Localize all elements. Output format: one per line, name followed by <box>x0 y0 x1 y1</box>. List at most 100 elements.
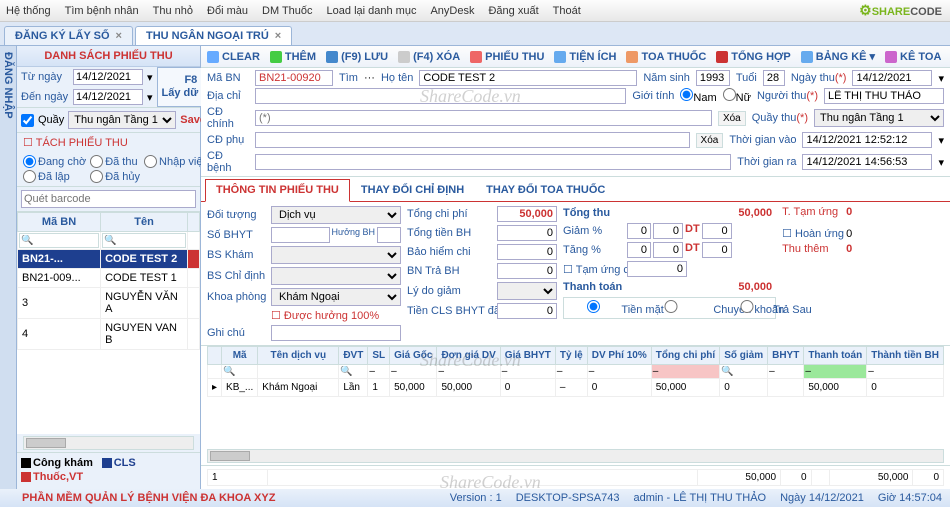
nguoithu-input[interactable] <box>824 88 944 104</box>
radio-nu[interactable]: Nữ <box>723 88 751 104</box>
gcol[interactable]: ĐVT <box>339 347 368 365</box>
col-mabn[interactable]: Mã BN <box>18 213 101 232</box>
h-scrollbar[interactable] <box>23 436 194 450</box>
huongbh-input[interactable] <box>377 227 401 243</box>
ngaythu-input[interactable] <box>852 70 932 86</box>
pay-transfer[interactable]: Chuyển khoản <box>629 300 713 316</box>
calendar-icon[interactable]: ▾ <box>938 134 944 147</box>
sidebar-tab-login[interactable]: ĐĂNG NHẬP <box>0 46 17 489</box>
filter-ten[interactable] <box>102 233 186 248</box>
summary-button[interactable]: TỔNG HỢP <box>716 50 791 63</box>
gcol[interactable]: DV Phí 10% <box>587 347 651 365</box>
quaythu-select[interactable]: Thu ngân Tầng 1 <box>814 109 944 127</box>
calendar-icon[interactable]: ▾ <box>147 91 153 104</box>
bskham-select[interactable] <box>271 246 401 264</box>
dt2-val[interactable] <box>702 242 732 258</box>
to-date-input[interactable] <box>73 89 143 105</box>
counter-checkbox[interactable] <box>21 114 34 127</box>
menu-item[interactable]: Thoát <box>553 5 581 17</box>
receipt-button[interactable]: PHIẾU THU <box>470 50 544 63</box>
diachi-input[interactable] <box>255 88 626 104</box>
bscd-select[interactable] <box>271 267 401 285</box>
menu-item[interactable]: Load lại danh mục <box>327 5 417 17</box>
gcol[interactable]: SL <box>368 347 390 365</box>
tang-pct[interactable] <box>627 242 651 258</box>
cdphu-input[interactable] <box>255 132 690 148</box>
prescribe-button[interactable]: KÊ TOA <box>885 50 941 63</box>
huong100-check[interactable]: ☐ Được hưởng 100% <box>271 309 401 322</box>
gcol[interactable]: Tổng chi phí <box>651 347 719 365</box>
cdchinh-input[interactable] <box>255 110 712 126</box>
from-date-input[interactable] <box>73 69 143 85</box>
grid-row[interactable]: ▸KB_...Khám NgoạiLần 150,00050,0000 –050… <box>208 379 944 397</box>
patient-row[interactable]: BN21-...CODE TEST 2 <box>18 250 200 269</box>
radio-created[interactable]: Đã lập <box>23 170 86 183</box>
gcol[interactable]: BHYT <box>768 347 804 365</box>
save-f9-button[interactable]: (F9) LƯU <box>326 50 388 63</box>
xoa-button[interactable]: Xóa <box>718 111 746 126</box>
utility-button[interactable]: TIỆN ÍCH <box>554 50 616 63</box>
close-icon[interactable]: × <box>116 30 122 42</box>
patient-row[interactable]: 4NGUYEN VAN B <box>18 319 200 350</box>
calendar-icon[interactable]: ▾ <box>938 72 944 85</box>
col-ten[interactable]: Tên <box>101 213 188 232</box>
radio-waiting[interactable]: Đang chờ <box>23 155 86 168</box>
pay-cash[interactable]: Tiền mặt <box>566 300 621 316</box>
gcol[interactable]: Mã <box>222 347 258 365</box>
lydo-select[interactable] <box>497 282 557 300</box>
xoa-button[interactable]: Xóa <box>696 133 724 148</box>
subtab-change-rx[interactable]: THAY ĐỔI TOA THUỐC <box>475 179 616 201</box>
more-icon[interactable]: ··· <box>364 72 375 84</box>
tamung-label[interactable]: ☐ Tạm ứng còn <box>563 263 623 276</box>
cdbenh-input[interactable] <box>255 154 731 170</box>
doituong-select[interactable]: Dịch vụ <box>271 206 401 224</box>
tab-register[interactable]: ĐĂNG KÝ LẤY SỐ× <box>4 26 133 45</box>
filter-mabn[interactable] <box>19 233 99 248</box>
prescription-button[interactable]: TOA THUỐC <box>626 50 706 63</box>
menu-item[interactable]: Hệ thống <box>6 5 51 17</box>
tab-cashier[interactable]: THU NGÂN NGOẠI TRÚ× <box>135 26 292 45</box>
gcol[interactable]: Giá BHYT <box>500 347 555 365</box>
tgvao-input[interactable] <box>802 132 932 148</box>
patient-row[interactable]: BN21-009...CODE TEST 1 <box>18 269 200 288</box>
patient-row[interactable]: 3NGUYỄN VĂN A <box>18 288 200 319</box>
sobhyt-input[interactable] <box>271 227 330 243</box>
pay-later[interactable]: Trả Sau <box>721 300 773 316</box>
gcol[interactable]: Tên dịch vụ <box>258 347 339 365</box>
calendar-icon[interactable]: ▾ <box>938 156 944 169</box>
menu-item[interactable]: Tìm bệnh nhân <box>65 5 139 17</box>
grid-h-scrollbar[interactable] <box>207 449 944 463</box>
menu-item[interactable]: Đổi màu <box>207 5 248 17</box>
menu-item[interactable]: AnyDesk <box>430 5 474 17</box>
menu-item[interactable]: Thu nhỏ <box>153 5 193 17</box>
mabn-input[interactable] <box>255 70 333 86</box>
close-icon[interactable]: × <box>275 30 281 42</box>
namsinh-input[interactable] <box>696 70 730 86</box>
radio-nam[interactable]: Nam <box>680 88 716 104</box>
delete-f4-button[interactable]: (F4) XÓA <box>398 50 460 63</box>
subtab-change-order[interactable]: THAY ĐỔI CHỈ ĐỊNH <box>350 179 475 201</box>
menu-item[interactable]: Đăng xuất <box>488 5 538 17</box>
radio-admitted[interactable]: Nhập viện <box>144 155 209 168</box>
split-receipt-link[interactable]: ☐ TÁCH PHIẾU THU <box>17 133 200 152</box>
dt-val[interactable] <box>702 223 732 239</box>
hoten-input[interactable] <box>419 70 637 86</box>
giam-val[interactable] <box>653 223 683 239</box>
tgra-input[interactable] <box>802 154 932 170</box>
gcol[interactable]: Số giảm <box>720 347 768 365</box>
menu-item[interactable]: DM Thuốc <box>262 5 313 17</box>
gcol[interactable]: Đơn giá DV <box>437 347 500 365</box>
add-button[interactable]: THÊM <box>270 50 316 63</box>
clear-button[interactable]: CLEAR <box>207 50 260 63</box>
tang-val[interactable] <box>653 242 683 258</box>
hoanung-label[interactable]: ☐ Hoàn ứng <box>782 227 842 240</box>
gcol[interactable]: Thành tiền BH <box>867 347 944 365</box>
gcol[interactable]: Thanh toán <box>804 347 867 365</box>
radio-paid[interactable]: Đã thu <box>90 155 140 168</box>
gcol[interactable]: Giá Gốc <box>390 347 437 365</box>
subtab-info[interactable]: THÔNG TIN PHIẾU THU <box>205 179 350 202</box>
find-link[interactable]: Tìm <box>339 72 358 84</box>
tuoi-input[interactable] <box>763 70 785 86</box>
giam-pct[interactable] <box>627 223 651 239</box>
barcode-input[interactable] <box>21 190 196 208</box>
